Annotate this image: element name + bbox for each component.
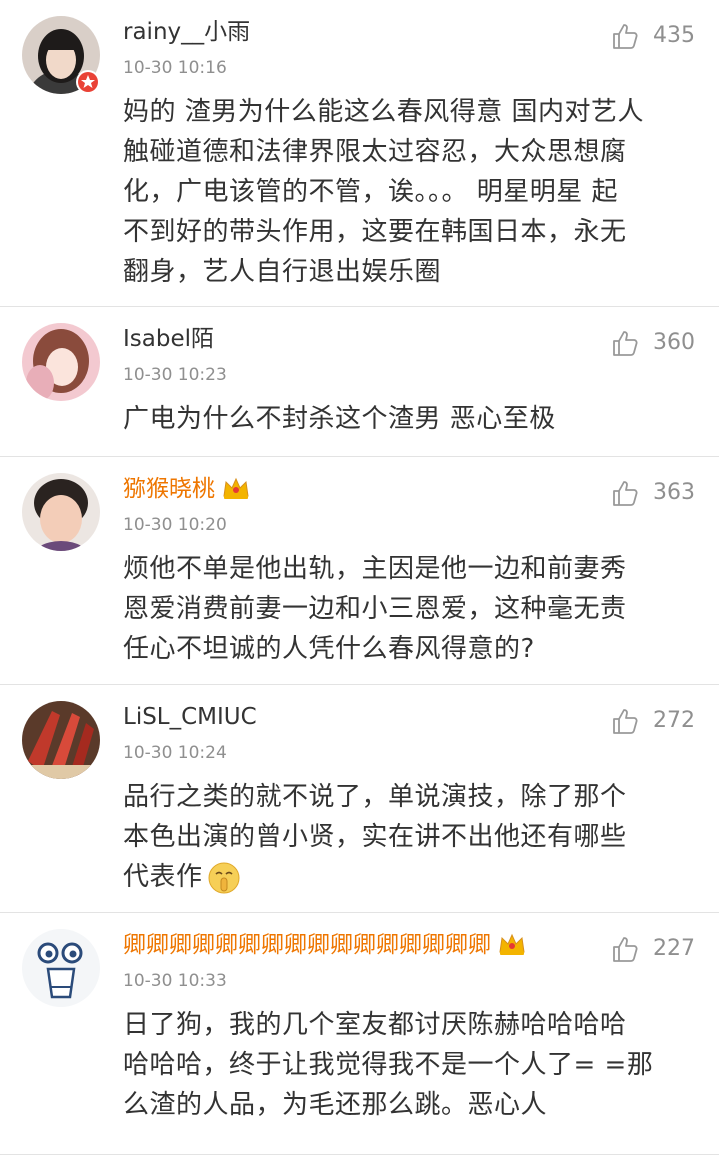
- like-count: 227: [653, 936, 695, 961]
- comment-line: 不到好的带头作用，这要在韩国日本，永无: [123, 217, 627, 247]
- like-button[interactable]: 227: [611, 933, 695, 965]
- thumbs-up-icon: [613, 937, 638, 962]
- comment-line: 化，广电该管的不管，诶。。。 明星明星 起: [123, 177, 619, 207]
- avatar[interactable]: [22, 929, 100, 1007]
- comment-item: 猕猴晓桃 10-30 10:20 363 烦他不单是他出轨，主因是他一边和前妻秀…: [0, 457, 719, 685]
- comment-line: 本色出演的曾小贤，实在讲不出他还有哪些: [123, 822, 627, 852]
- comment-text: 日了狗，我的几个室友都讨厌陈赫哈哈哈哈 哈哈哈，终于让我觉得我不是一个人了= =…: [123, 1005, 701, 1125]
- comment-line: 哈哈哈，终于让我觉得我不是一个人了= =那: [123, 1050, 654, 1080]
- shush-emoji-icon: [208, 862, 240, 893]
- comment-line: 任心不坦诚的人凭什么春风得意的?: [123, 634, 535, 664]
- like-count: 360: [653, 330, 695, 355]
- thumbs-up-icon: [613, 331, 638, 356]
- comment-line: 代表作: [123, 857, 701, 897]
- like-count: 435: [653, 23, 695, 48]
- timestamp: 10-30 10:16: [123, 58, 227, 78]
- timestamp: 10-30 10:23: [123, 365, 227, 385]
- comment-feed: rainy__小雨 10-30 10:16 435 妈的 渣男为什么能这么春风得…: [0, 0, 719, 1155]
- comment-text: 广电为什么不封杀这个渣男 恶心至极: [123, 399, 701, 439]
- thumbs-up-icon: [613, 709, 638, 734]
- username[interactable]: 猕猴晓桃: [123, 474, 251, 504]
- avatar[interactable]: [22, 473, 100, 551]
- crown-icon: [499, 933, 525, 955]
- comment-item: 卿卿卿卿卿卿卿卿卿卿卿卿卿卿卿卿 10-30 10:33 227 日了狗，我的几…: [0, 913, 719, 1155]
- username[interactable]: rainy__小雨: [123, 17, 250, 47]
- username[interactable]: LiSL_CMIUC: [123, 702, 257, 732]
- comment-line-text: 代表作: [123, 862, 203, 892]
- comment-text: 烦他不单是他出轨，主因是他一边和前妻秀 恩爱消费前妻一边和小三恩爱，这种毫无责 …: [123, 549, 701, 669]
- like-count: 272: [653, 708, 695, 733]
- like-button[interactable]: 272: [611, 705, 695, 737]
- like-count: 363: [653, 480, 695, 505]
- username[interactable]: 卿卿卿卿卿卿卿卿卿卿卿卿卿卿卿卿: [123, 930, 527, 960]
- thumbs-up-icon: [613, 481, 638, 506]
- comment-line: 烦他不单是他出轨，主因是他一边和前妻秀: [123, 554, 627, 584]
- timestamp: 10-30 10:20: [123, 515, 227, 535]
- like-button[interactable]: 435: [611, 20, 695, 52]
- comment-line: 广电为什么不封杀这个渣男 恶心至极: [123, 404, 556, 434]
- like-button[interactable]: 363: [611, 477, 695, 509]
- crown-icon: [223, 477, 249, 499]
- comment-text: 品行之类的就不说了，单说演技，除了那个 本色出演的曾小贤，实在讲不出他还有哪些 …: [123, 777, 701, 897]
- username-text[interactable]: 猕猴晓桃: [123, 476, 215, 502]
- comment-line: 品行之类的就不说了，单说演技，除了那个: [123, 782, 627, 812]
- comment-line: 么渣的人品，为毛还那么跳。恶心人: [123, 1090, 548, 1120]
- timestamp: 10-30 10:24: [123, 743, 227, 763]
- comment-text: 妈的 渣男为什么能这么春风得意 国内对艺人 触碰道德和法律界限太过容忍，大众思想…: [123, 92, 701, 292]
- comment-line: 妈的 渣男为什么能这么春风得意 国内对艺人: [123, 97, 645, 127]
- comment-line: 触碰道德和法律界限太过容忍，大众思想腐: [123, 137, 627, 167]
- comment-item: rainy__小雨 10-30 10:16 435 妈的 渣男为什么能这么春风得…: [0, 0, 719, 307]
- thumbs-up-icon: [613, 24, 638, 49]
- comment-line: 日了狗，我的几个室友都讨厌陈赫哈哈哈哈: [123, 1010, 627, 1040]
- comment-item: LiSL_CMIUC 10-30 10:24 272 品行之类的就不说了，单说演…: [0, 685, 719, 913]
- comment-line: 翻身，艺人自行退出娱乐圈: [123, 257, 442, 287]
- avatar[interactable]: [22, 701, 100, 779]
- like-button[interactable]: 360: [611, 327, 695, 359]
- verified-badge-icon: [76, 70, 100, 94]
- avatar[interactable]: [22, 323, 100, 401]
- comment-line: 恩爱消费前妻一边和小三恩爱，这种毫无责: [123, 594, 627, 624]
- timestamp: 10-30 10:33: [123, 971, 227, 991]
- username[interactable]: Isabel陌: [123, 324, 214, 354]
- comment-item: Isabel陌 10-30 10:23 360 广电为什么不封杀这个渣男 恶心至…: [0, 307, 719, 457]
- username-text[interactable]: 卿卿卿卿卿卿卿卿卿卿卿卿卿卿卿卿: [123, 932, 491, 958]
